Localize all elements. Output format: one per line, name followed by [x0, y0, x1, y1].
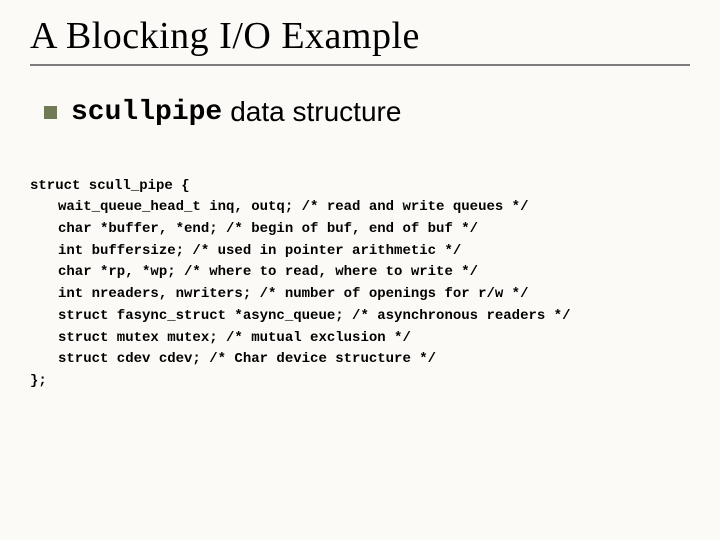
subtitle-row: scullpipe data structure	[44, 96, 690, 128]
code-block: struct scull_pipe { wait_queue_head_t in…	[30, 154, 690, 414]
code-line: };	[30, 373, 47, 389]
subtitle-code: scullpipe	[71, 97, 222, 128]
bullet-icon	[44, 106, 57, 119]
code-line: int nreaders, nwriters; /* number of ope…	[30, 284, 690, 306]
code-line: struct fasync_struct *async_queue; /* as…	[30, 306, 690, 328]
code-line: int buffersize; /* used in pointer arith…	[30, 241, 690, 263]
title-underline	[30, 64, 690, 66]
subtitle-text: data structure	[230, 96, 401, 128]
code-line: char *rp, *wp; /* where to read, where t…	[30, 262, 690, 284]
code-line: wait_queue_head_t inq, outq; /* read and…	[30, 197, 690, 219]
code-line: struct cdev cdev; /* Char device structu…	[30, 349, 690, 371]
slide-title: A Blocking I/O Example	[30, 14, 690, 58]
code-line: char *buffer, *end; /* begin of buf, end…	[30, 219, 690, 241]
code-line: struct scull_pipe {	[30, 178, 190, 194]
slide-container: A Blocking I/O Example scullpipe data st…	[0, 0, 720, 434]
code-line: struct mutex mutex; /* mutual exclusion …	[30, 328, 690, 350]
